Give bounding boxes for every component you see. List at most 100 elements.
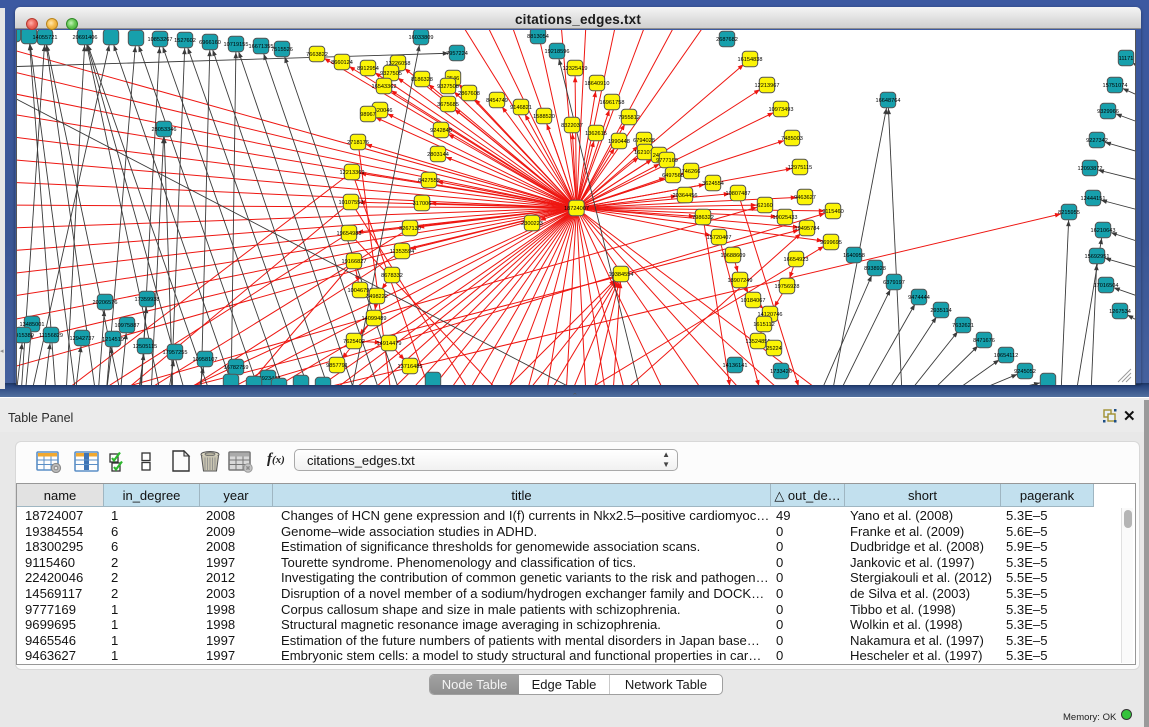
svg-text:9242848: 9242848 [430,128,452,134]
svg-text:6794028: 6794028 [633,138,655,144]
svg-text:9463627: 9463627 [794,195,816,201]
svg-text:18724007: 18724007 [564,206,589,212]
svg-text:10807487: 10807487 [726,191,751,197]
svg-text:10853267: 10853267 [148,37,173,43]
svg-text:9777169: 9777169 [656,158,678,164]
svg-text:16961758: 16961758 [600,100,625,106]
svg-text:7663822: 7663822 [306,52,328,58]
svg-text:6379197: 6379197 [883,280,905,286]
svg-text:3915389: 3915389 [17,333,34,339]
svg-text:8660124: 8660124 [331,60,353,66]
svg-text:6966160: 6966160 [199,40,221,46]
svg-text:18907249: 18907249 [728,278,753,284]
svg-text:8912954: 8912954 [357,66,379,72]
svg-text:16671355: 16671355 [249,44,274,50]
svg-text:17957255: 17957255 [163,350,188,356]
svg-text:3498222: 3498222 [366,294,388,300]
svg-text:9857791: 9857791 [326,363,348,369]
svg-text:8813054: 8813054 [527,34,549,40]
svg-text:19166827: 19166827 [342,259,367,265]
svg-text:7625402: 7625402 [343,339,365,345]
svg-text:17359938: 17359938 [135,297,160,303]
svg-text:16654923: 16654923 [784,257,809,263]
svg-text:20364456: 20364456 [673,193,698,199]
svg-text:9146821: 9146821 [510,105,532,111]
svg-text:8186328: 8186328 [411,77,433,83]
svg-text:16154838: 16154838 [738,57,763,63]
svg-text:9245052: 9245052 [1014,369,1036,375]
svg-text:8215955: 8215955 [1058,210,1080,216]
svg-text:16648764: 16648764 [876,98,901,104]
svg-text:1990448: 1990448 [608,139,630,145]
svg-text:2935114: 2935114 [930,308,951,314]
svg-text:17016504: 17016504 [1094,283,1119,289]
svg-text:9329966: 9329966 [1097,109,1119,115]
svg-text:10958107: 10958107 [193,357,218,363]
svg-text:12444151: 12444151 [1081,196,1106,202]
svg-text:15692951: 15692951 [1085,254,1110,260]
svg-text:2300223: 2300223 [521,221,543,227]
svg-text:8322037: 8322037 [561,123,583,129]
svg-text:62160: 62160 [757,203,773,209]
svg-text:9327505: 9327505 [380,71,402,77]
svg-text:7515526: 7515526 [271,47,293,53]
svg-text:8678332: 8678332 [381,273,403,279]
svg-text:9115460: 9115460 [822,209,843,215]
svg-text:12093872: 12093872 [1078,166,1103,172]
svg-text:7485003: 7485003 [781,136,803,142]
svg-text:15751074: 15751074 [1103,83,1128,89]
svg-text:8938928: 8938928 [864,266,886,272]
svg-text:1362615: 1362615 [585,131,607,137]
svg-text:10975887: 10975887 [115,323,140,329]
svg-text:9699695: 9699695 [820,240,842,246]
svg-text:7957224: 7957224 [446,51,468,57]
svg-text:11156829: 11156829 [39,333,63,339]
svg-text:19218596: 19218596 [545,49,570,55]
svg-text:10719155: 10719155 [224,42,249,48]
svg-text:1733426: 1733426 [770,369,792,375]
svg-text:1527602: 1527602 [174,38,196,44]
svg-text:2867608: 2867608 [458,91,480,97]
svg-text:3267130: 3267130 [399,226,421,232]
svg-text:19384554: 19384554 [609,272,634,278]
svg-text:10688609: 10688609 [721,253,746,259]
svg-text:8471676: 8471676 [973,338,995,344]
svg-text:16782759: 16782759 [224,365,249,371]
svg-text:9327508: 9327508 [437,84,459,90]
svg-text:20206576: 20206576 [93,300,118,306]
svg-text:7986322: 7986322 [692,215,714,221]
svg-text:7955812: 7955812 [618,115,640,121]
svg-text:12213369: 12213369 [340,170,365,176]
svg-text:12505115: 12505115 [133,344,157,350]
svg-text:19756928: 19756928 [775,284,800,290]
svg-text:11353594: 11353594 [390,249,414,255]
svg-text:1588520: 1588520 [533,114,555,120]
svg-text:12213967: 12213967 [755,83,780,89]
svg-text:1214519: 1214519 [102,337,124,343]
svg-text:10973493: 10973493 [769,107,794,113]
svg-text:14099489: 14099489 [362,316,387,322]
svg-text:19495784: 19495784 [795,226,820,232]
svg-text:317006: 317006 [413,201,432,207]
svg-text:746266: 746266 [682,169,701,175]
svg-text:1267534: 1267534 [1109,309,1131,315]
svg-text:12325419: 12325419 [563,66,588,72]
svg-text:1640958: 1640958 [843,253,865,259]
svg-text:9227342: 9227342 [1086,138,1108,144]
svg-text:98967: 98967 [360,112,376,118]
svg-text:8427552: 8427552 [418,178,440,184]
svg-text:3675685: 3675685 [437,102,459,108]
svg-text:6497568: 6497568 [662,173,684,179]
svg-text:2803144: 2803144 [427,152,449,158]
svg-text:14914479: 14914479 [377,341,402,347]
svg-text:16543362: 16543362 [372,84,397,90]
svg-text:2718176: 2718176 [347,140,369,146]
svg-text:9474444: 9474444 [908,295,930,301]
svg-text:10184067: 10184067 [741,298,766,304]
svg-text:16210643: 16210643 [1091,228,1116,234]
svg-text:15720407: 15720407 [707,235,732,241]
svg-text:7632621: 7632621 [952,323,974,329]
svg-text:3624554: 3624554 [702,181,724,187]
svg-text:19654983: 19654983 [337,231,362,237]
svg-text:16033809: 16033809 [409,35,434,41]
